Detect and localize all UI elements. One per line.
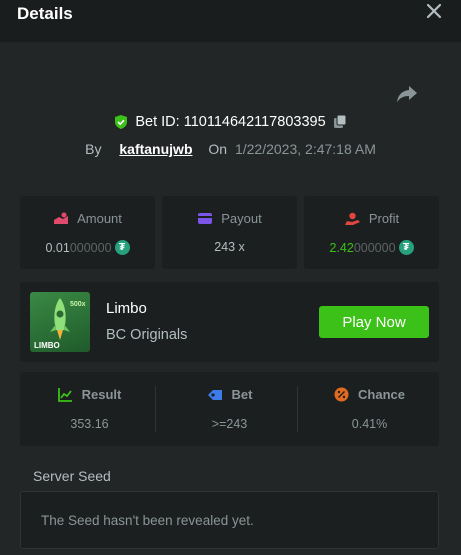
game-name[interactable]: Limbo <box>106 300 147 317</box>
usdt-icon: ₮ <box>398 240 414 255</box>
bet-id-row: Bet ID: 110114642117803395 <box>0 114 461 134</box>
amount-label: Amount <box>77 211 122 226</box>
usdt-icon: ₮ <box>114 240 130 255</box>
amount-value-decimals: 000000 <box>69 240 112 255</box>
profit-value-decimals: 000000 <box>353 240 396 255</box>
server-seed-box: The Seed hasn't been revealed yet. <box>20 491 439 549</box>
thumb-badge: 500x <box>70 301 86 308</box>
divider <box>297 386 298 432</box>
chance-label: Chance <box>358 387 405 402</box>
wallet-icon <box>198 213 213 224</box>
payout-label: Payout <box>221 211 262 226</box>
thumb-title: LIMBO <box>34 341 60 350</box>
by-label: By <box>85 141 102 157</box>
game-card: 500x LIMBO Limbo BC Originals Play Now <box>20 282 439 362</box>
profit-card: Profit 2.42000000 ₮ <box>304 196 439 269</box>
payout-value: 243 x <box>214 240 245 254</box>
tag-icon <box>207 389 222 400</box>
chance-value: 0.41% <box>351 417 388 431</box>
profit-value: 2.42 <box>329 240 354 255</box>
username-link[interactable]: kaftanujwb <box>119 141 192 157</box>
verified-shield-icon <box>115 115 128 129</box>
bet-value: >=243 <box>211 417 248 431</box>
result-column: Result 353.16 <box>20 372 159 446</box>
amount-card: Amount 0.01000000 ₮ <box>20 196 155 269</box>
limbo-thumbnail[interactable]: 500x LIMBO <box>30 292 90 352</box>
result-panel: Result 353.16 Bet >=243 Chance 0.41% <box>20 372 439 446</box>
bet-label: Bet <box>231 387 253 402</box>
play-now-button[interactable]: Play Now <box>319 306 429 338</box>
amount-icon <box>54 212 69 224</box>
payout-card: Payout 243 x <box>162 196 297 269</box>
copy-icon[interactable] <box>332 114 348 130</box>
server-seed-label: Server Seed <box>33 468 111 484</box>
profit-label: Profit <box>368 211 400 226</box>
percent-icon <box>334 387 349 402</box>
result-value: 353.16 <box>70 417 109 431</box>
server-seed-message: The Seed hasn't been revealed yet. <box>41 513 254 528</box>
divider <box>155 386 156 432</box>
bet-date: 1/22/2023, 2:47:18 AM <box>234 141 376 157</box>
share-icon[interactable] <box>396 84 418 104</box>
result-chart-icon <box>57 388 72 402</box>
on-label: On <box>208 141 228 157</box>
page-title: Details <box>17 4 73 23</box>
bet-id: Bet ID: 110114642117803395 <box>135 114 326 130</box>
profit-icon <box>344 212 360 225</box>
rocket-icon: 500x LIMBO <box>34 298 86 350</box>
game-provider: BC Originals <box>106 327 188 343</box>
amount-value: 0.01 <box>45 240 70 255</box>
bet-meta-row: By kaftanujwb On 1/22/2023, 2:47:18 AM <box>0 141 461 157</box>
close-icon[interactable] <box>425 2 443 20</box>
bet-column: Bet >=243 <box>160 372 299 446</box>
header-bar: Details <box>0 0 461 42</box>
chance-column: Chance 0.41% <box>300 372 439 446</box>
result-label: Result <box>81 387 122 402</box>
